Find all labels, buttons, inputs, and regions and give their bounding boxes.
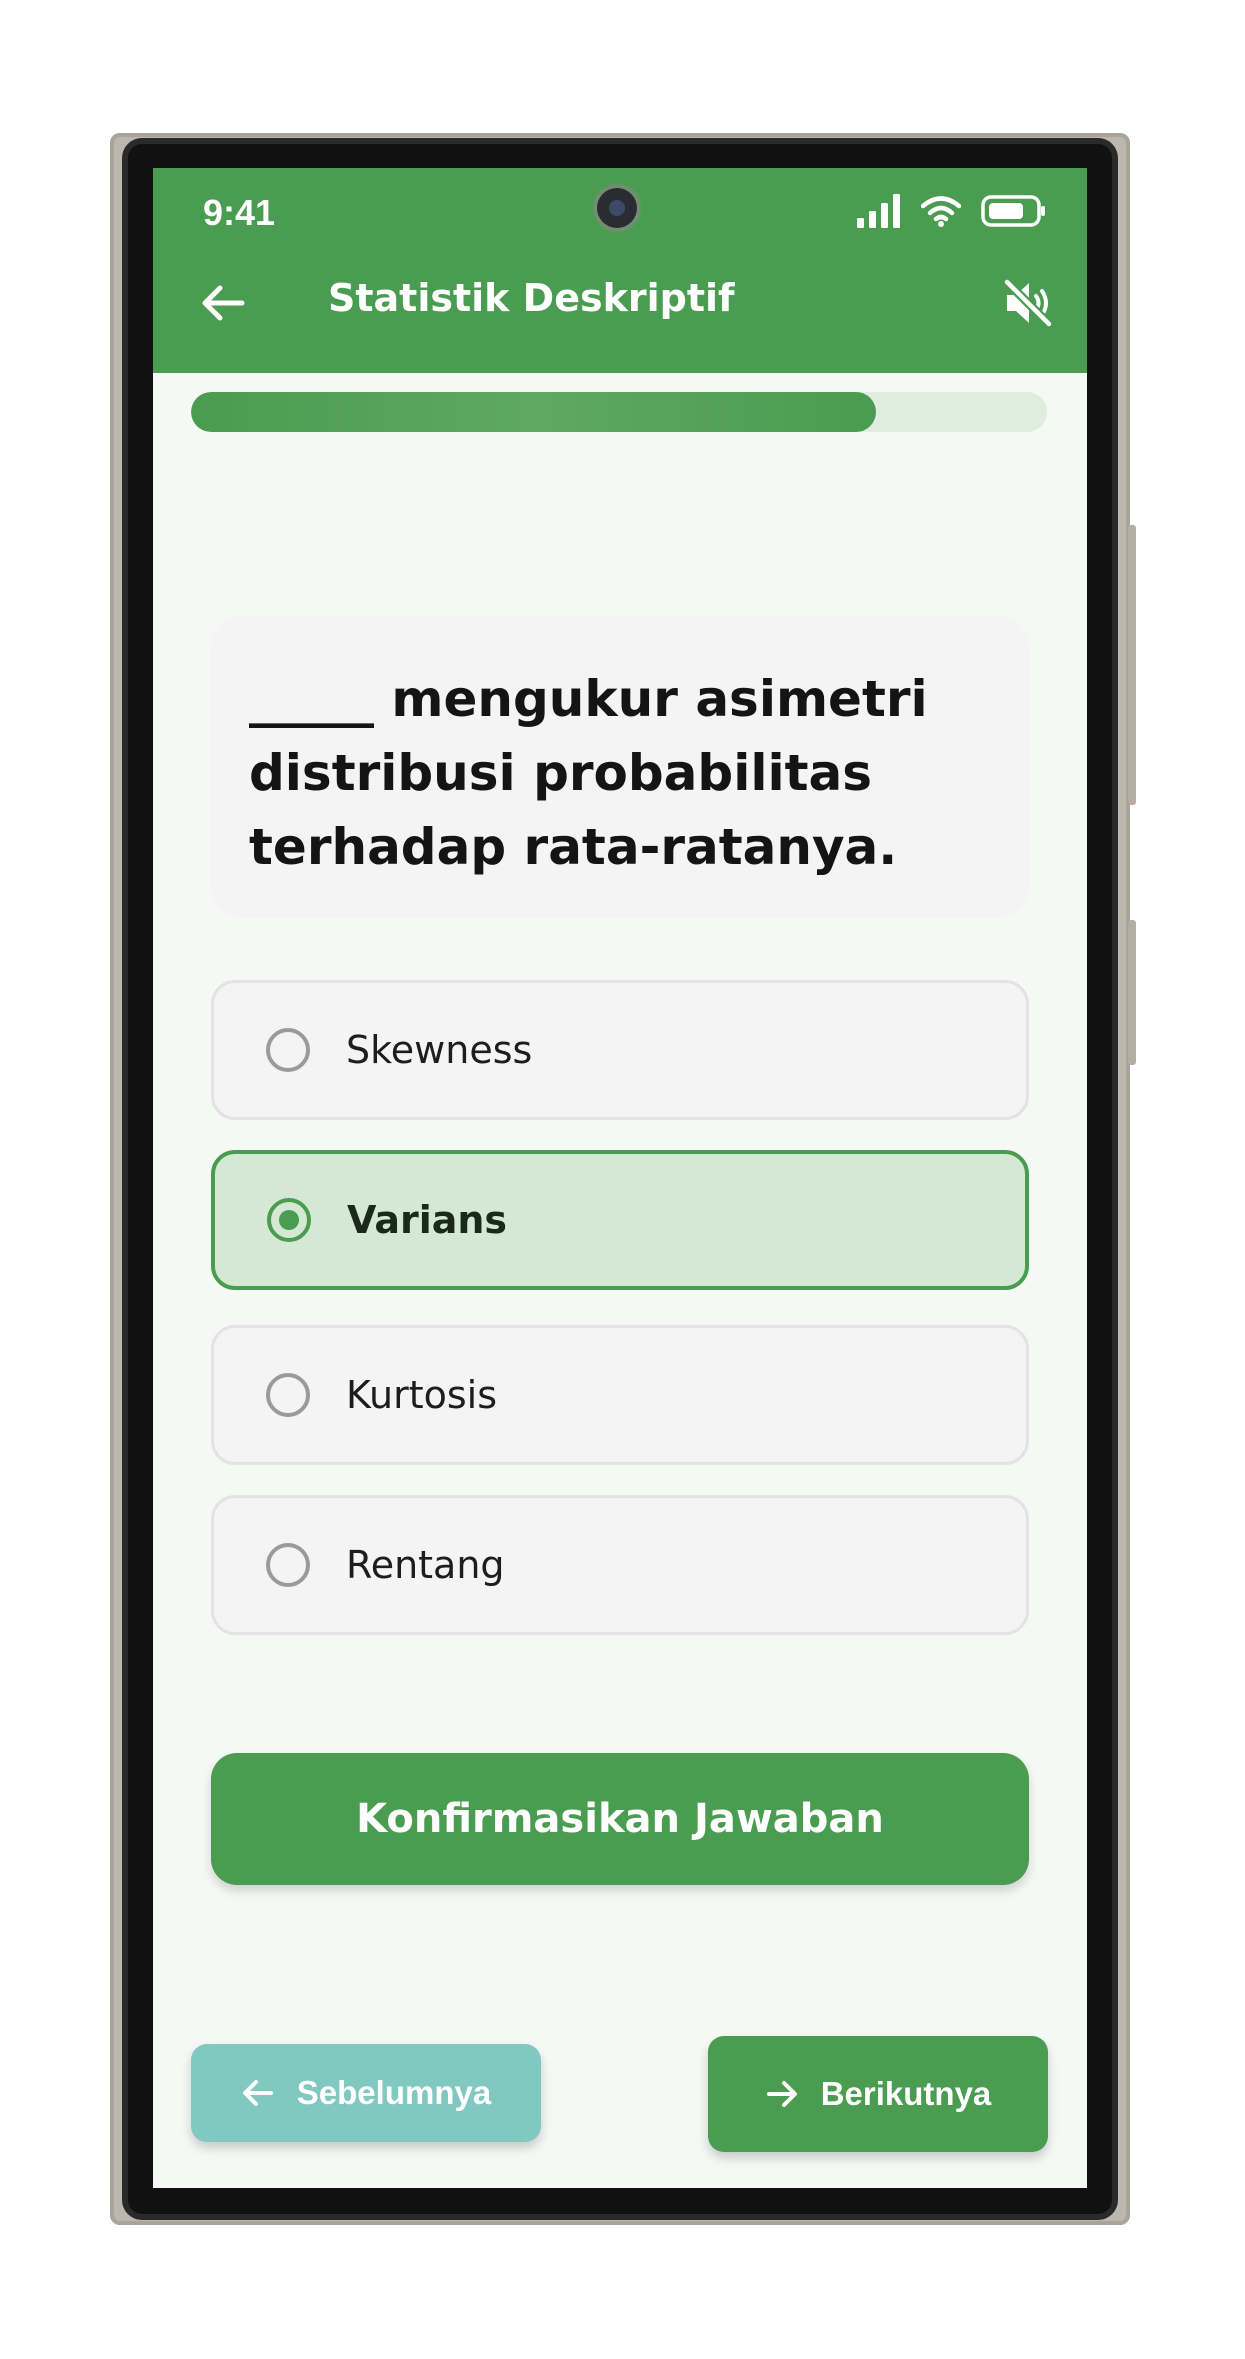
status-time: 9:41: [203, 192, 276, 233]
arrow-left-icon: [242, 2080, 273, 2106]
next-button-label: Berikutnya: [820, 2075, 992, 2112]
progress-fill: [191, 392, 876, 432]
back-arrow-icon[interactable]: [198, 278, 248, 328]
page-title: Statistik Deskriptif: [328, 276, 735, 320]
question-card: _____ mengukur asimetri distribusi proba…: [211, 616, 1029, 918]
option-label: Kurtosis: [346, 1373, 498, 1417]
answer-option-kurtosis[interactable]: Kurtosis: [211, 1325, 1029, 1465]
answer-option-skewness[interactable]: Skewness: [211, 980, 1029, 1120]
arrow-right-icon: [766, 2081, 797, 2107]
option-label: Skewness: [346, 1028, 533, 1072]
next-button[interactable]: Berikutnya: [708, 2036, 1048, 2152]
previous-button-label: Sebelumnya: [296, 2074, 492, 2111]
radio-button-icon[interactable]: [266, 1028, 310, 1072]
front-camera: [597, 188, 637, 228]
question-text: _____ mengukur asimetri distribusi proba…: [249, 670, 928, 876]
radio-button-icon[interactable]: [267, 1198, 311, 1242]
battery-icon: [981, 195, 1045, 227]
previous-button[interactable]: Sebelumnya: [191, 2044, 541, 2142]
volume-mute-icon[interactable]: [1001, 276, 1055, 330]
cellular-signal-icon: [857, 194, 900, 228]
app-bar: 9:41 Statistik Deskriptif: [153, 168, 1087, 373]
screen: 9:41 Statistik Deskriptif _____ mengukur…: [153, 168, 1087, 2188]
confirm-answer-button[interactable]: Konfirmasikan Jawaban: [211, 1753, 1029, 1885]
option-label: Varians: [347, 1198, 508, 1242]
wifi-icon: [921, 196, 961, 227]
phone-power-button: [1128, 920, 1136, 1065]
radio-button-icon[interactable]: [266, 1543, 310, 1587]
phone-volume-button: [1128, 525, 1136, 805]
option-label: Rentang: [346, 1543, 505, 1587]
status-icons: [857, 194, 1047, 228]
answer-option-rentang[interactable]: Rentang: [211, 1495, 1029, 1635]
radio-button-icon[interactable]: [266, 1373, 310, 1417]
progress-bar: [191, 392, 1047, 432]
answer-option-varians[interactable]: Varians: [211, 1150, 1029, 1290]
